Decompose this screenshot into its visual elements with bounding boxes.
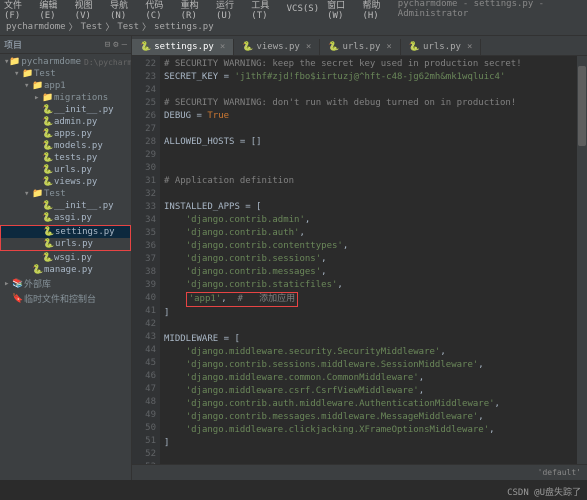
hide-icon[interactable]: — [122, 40, 127, 50]
tab-label: views.py [256, 42, 299, 52]
editor-tabs: 🐍settings.py×🐍views.py×🐍urls.py×🐍urls.py… [132, 36, 587, 56]
tree-item[interactable]: 🔖临时文件和控制台 [0, 291, 131, 306]
tree-label: tests.py [54, 153, 97, 163]
close-icon[interactable]: × [220, 42, 225, 52]
menu-item[interactable]: 帮助(H) [362, 0, 389, 21]
tree-label: apps.py [54, 129, 92, 139]
line-gutter: 22 23 24 25 26 27 28 29 30 31 32 33 34 3… [132, 56, 160, 464]
tree-label: models.py [54, 141, 103, 151]
tree-label: migrations [54, 93, 108, 103]
editor-crumb: 'default' [132, 464, 587, 480]
breadcrumb: pycharmdome〉Test〉Test〉settings.py [0, 18, 587, 36]
tree-item[interactable]: 🐍settings.py [1, 226, 130, 238]
menu-bar: 文件(F) 编辑(E) 视图(V) 导航(N) 代码(C) 重构(R) 运行(U) 工具(T)… [0, 0, 587, 18]
scroll-thumb[interactable] [578, 66, 586, 146]
sidebar-title: 项目 [4, 38, 22, 51]
editor-tab[interactable]: 🐍urls.py × [401, 39, 482, 55]
breadcrumb-item[interactable]: Test [117, 22, 139, 32]
collapse-icon[interactable]: ⊟ [105, 40, 110, 50]
file-icon: 🐍 [328, 42, 339, 52]
menu-item[interactable]: 运行(U) [216, 0, 243, 21]
menu-item[interactable]: 视图(V) [75, 0, 102, 21]
menu-item[interactable]: 文件(F) [4, 0, 31, 21]
tree-label: views.py [54, 177, 97, 187]
close-icon[interactable]: × [386, 42, 391, 52]
tab-label: settings.py [154, 42, 214, 52]
tree-label: wsgi.py [54, 253, 92, 263]
tree-root[interactable]: ▾📁 pycharmdome D:\pycharmdome [0, 56, 131, 68]
tree-label: Test [34, 69, 56, 79]
tree-label: asgi.py [54, 213, 92, 223]
tab-label: urls.py [423, 42, 461, 52]
tree-item[interactable]: 🐍models.py [0, 140, 131, 152]
tree-label: settings.py [55, 227, 115, 237]
project-sidebar: 项目 ⊟ ⚙ — ▾📁 pycharmdome D:\pycharmdome ▾… [0, 36, 132, 480]
tree-label: urls.py [54, 165, 92, 175]
menu-item[interactable]: 窗口(W) [327, 0, 354, 21]
gear-icon[interactable]: ⚙ [113, 40, 118, 50]
editor-tab[interactable]: 🐍settings.py × [132, 39, 234, 55]
file-icon: 🐍 [242, 42, 253, 52]
tree-item[interactable]: 🐍manage.py [0, 264, 131, 276]
window-title: pycharmdome - settings.py - Administrato… [398, 0, 575, 19]
tree-label: admin.py [54, 117, 97, 127]
code-content[interactable]: # SECURITY WARNING: keep the secret key … [160, 56, 587, 464]
tree-item[interactable]: ▾📁Test [0, 188, 131, 200]
tree-item[interactable]: 🐍admin.py [0, 116, 131, 128]
tree-item[interactable]: ▸📁migrations [0, 92, 131, 104]
tab-label: urls.py [342, 42, 380, 52]
tree-label: manage.py [44, 265, 93, 275]
tree-label: 外部库 [24, 277, 51, 290]
menu-item[interactable]: 重构(R) [181, 0, 208, 21]
menu-item[interactable]: 导航(N) [110, 0, 137, 21]
menu-item[interactable]: 代码(C) [145, 0, 172, 21]
tree-item[interactable]: 🐍apps.py [0, 128, 131, 140]
editor-tab[interactable]: 🐍views.py × [234, 39, 320, 55]
close-icon[interactable]: × [467, 42, 472, 52]
tree-item[interactable]: 🐍__init__.py [0, 104, 131, 116]
tree-item[interactable]: 🐍tests.py [0, 152, 131, 164]
tree-label: __init__.py [54, 105, 114, 115]
close-icon[interactable]: × [306, 42, 311, 52]
file-icon: 🐍 [140, 42, 151, 52]
file-icon: 🐍 [409, 42, 420, 52]
breadcrumb-item[interactable]: Test [81, 22, 103, 32]
watermark: CSDN @U盘失踪了 [507, 485, 581, 498]
breadcrumb-item[interactable]: pycharmdome [6, 22, 66, 32]
tree-label: 临时文件和控制台 [24, 292, 96, 305]
tree-label: app1 [44, 81, 66, 91]
menu-item[interactable]: 编辑(E) [39, 0, 66, 21]
tree-item[interactable]: ▸📚外部库 [0, 276, 131, 291]
tree-item[interactable]: 🐍asgi.py [0, 212, 131, 224]
tree-label: urls.py [55, 239, 93, 249]
tree-label: __init__.py [54, 201, 114, 211]
menu-item[interactable]: 工具(T) [251, 0, 278, 21]
tree-item[interactable]: ▾📁Test [0, 68, 131, 80]
tree-item[interactable]: 🐍urls.py [1, 238, 130, 250]
tree-label: Test [44, 189, 66, 199]
tree-item[interactable]: 🐍urls.py [0, 164, 131, 176]
editor-tab[interactable]: 🐍urls.py × [320, 39, 401, 55]
tree-item[interactable]: ▾📁app1 [0, 80, 131, 92]
menu-item[interactable]: VCS(S) [287, 4, 320, 14]
code-editor[interactable]: 22 23 24 25 26 27 28 29 30 31 32 33 34 3… [132, 56, 587, 464]
breadcrumb-item[interactable]: settings.py [154, 22, 214, 32]
project-tree: ▾📁 pycharmdome D:\pycharmdome ▾📁Test▾📁ap… [0, 54, 131, 308]
scrollbar[interactable] [577, 56, 587, 464]
tree-item[interactable]: 🐍wsgi.py [0, 252, 131, 264]
sidebar-header: 项目 ⊟ ⚙ — [0, 36, 131, 54]
tree-item[interactable]: 🐍views.py [0, 176, 131, 188]
tree-item[interactable]: 🐍__init__.py [0, 200, 131, 212]
